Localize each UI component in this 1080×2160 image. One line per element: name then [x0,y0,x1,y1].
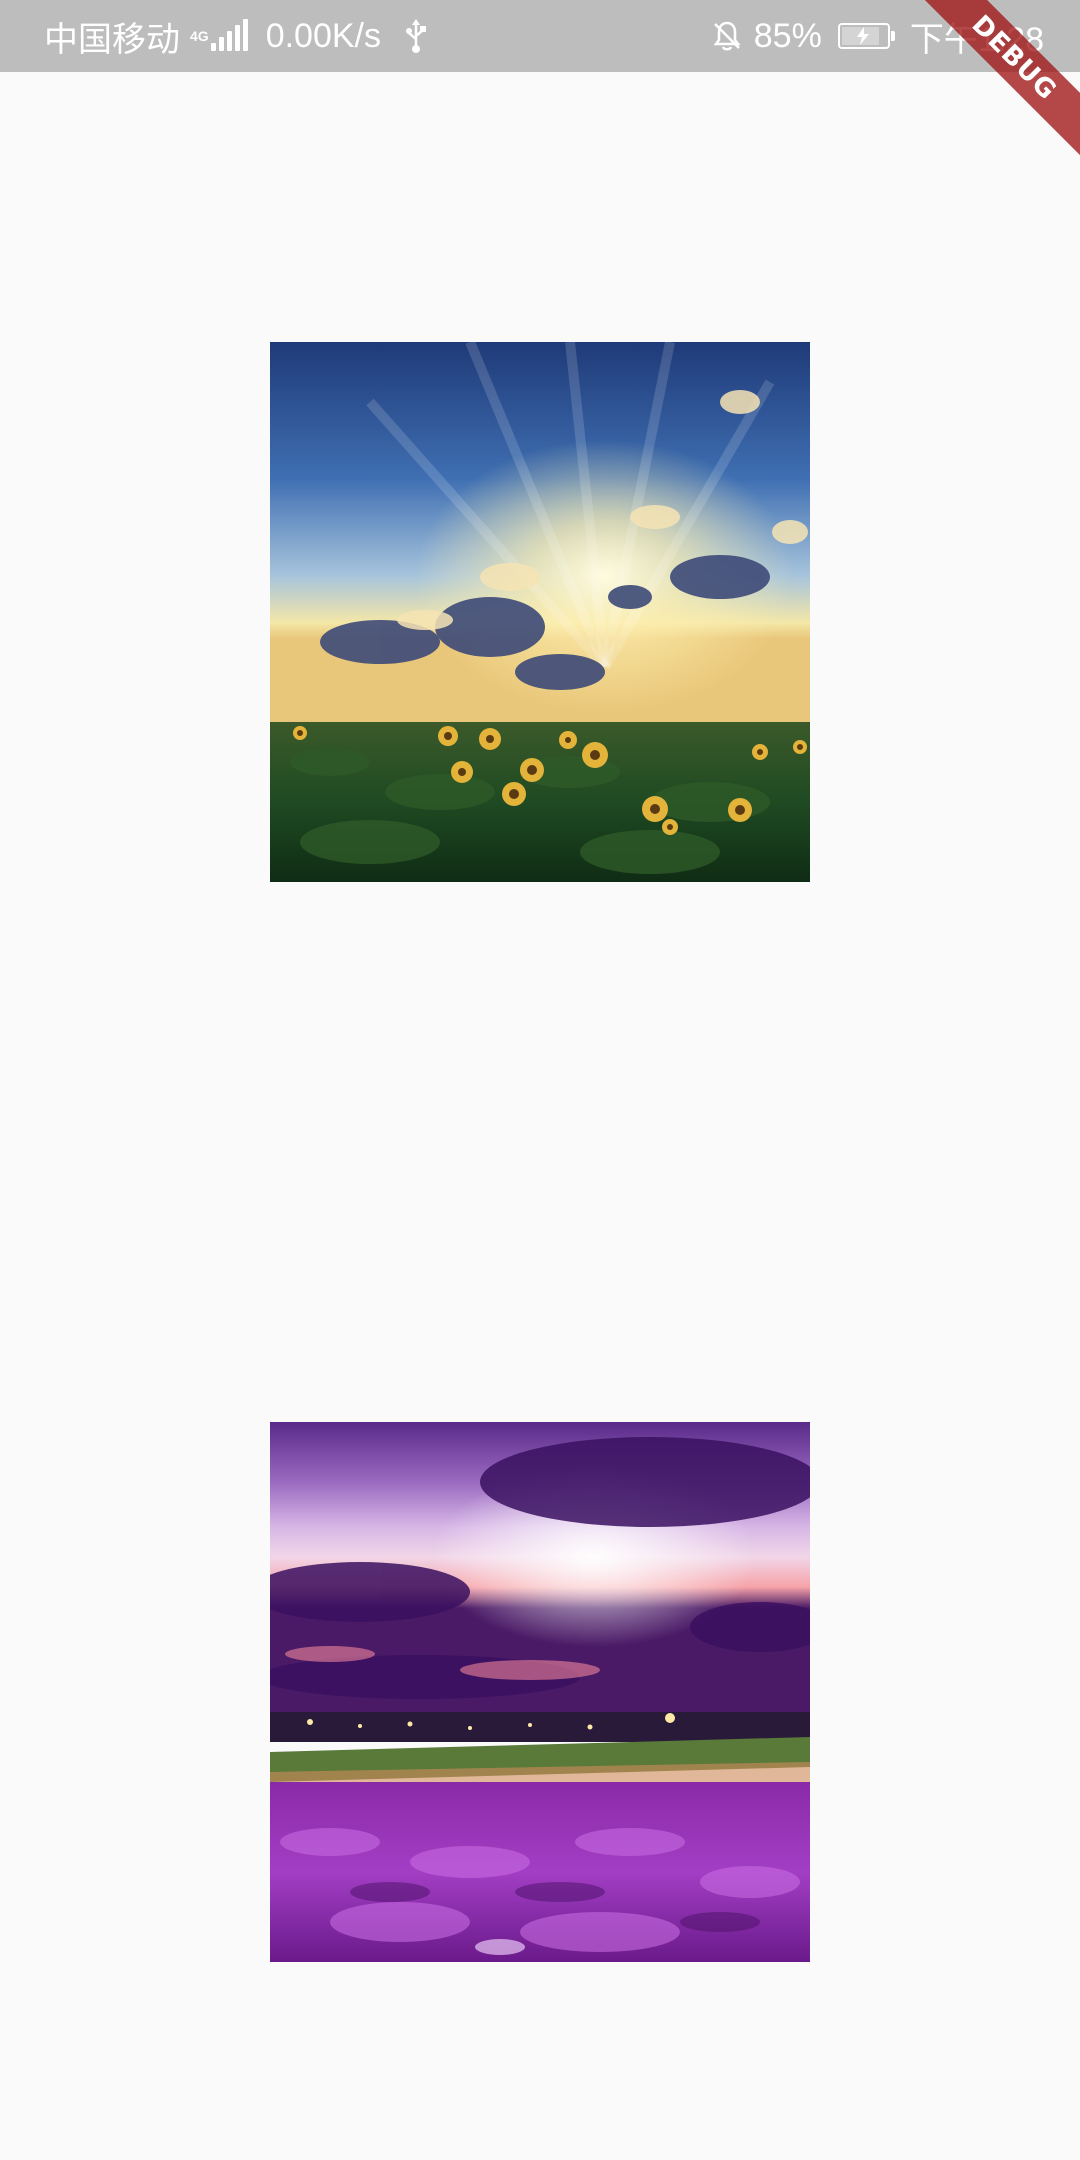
clock-label: 下午1:28 [909,20,1044,59]
bell-off-icon [710,19,744,53]
usb-icon [405,19,427,53]
sunflower-field-image [270,342,810,882]
app-screen: 中国移动 4G 0.00K/s 85% 下午1:28 DEBUG [0,0,1080,2160]
carrier-label: 中国移动 [44,20,180,59]
status-bar-right: 85% 下午1:28 [710,12,1044,61]
lavender-field-image [270,1422,810,1962]
net-speed-label: 0.00K/s [265,16,381,55]
signal-icon: 4G [190,19,256,51]
battery-percent-label: 85% [753,16,822,55]
status-bar: 中国移动 4G 0.00K/s 85% 下午1:28 [0,0,1080,72]
battery-charging-icon [837,23,895,49]
status-bar-left: 中国移动 4G 0.00K/s [44,12,427,61]
network-type-label: 4G [190,28,209,44]
